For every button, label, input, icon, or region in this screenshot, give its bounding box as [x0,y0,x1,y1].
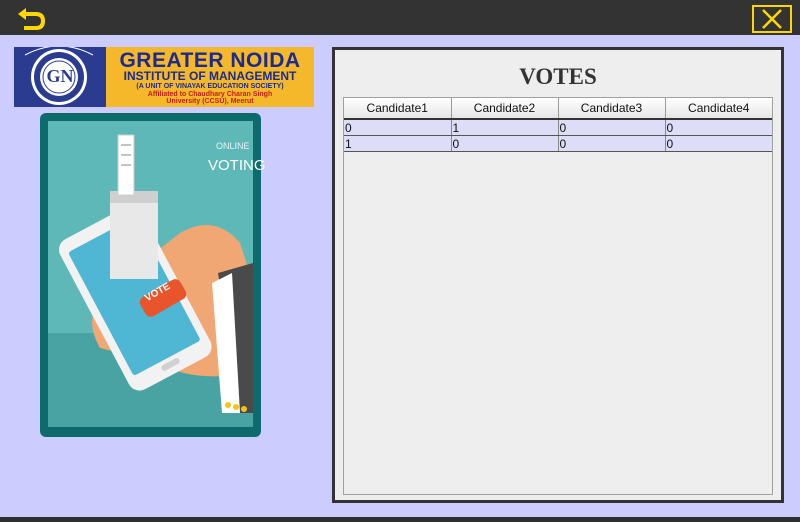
table-row[interactable]: 0 1 0 0 [344,118,772,136]
table-cell[interactable]: 0 [665,118,772,136]
title-bar [0,0,800,35]
back-button[interactable] [14,6,50,32]
column-header-candidate3[interactable]: Candidate3 [558,98,666,120]
logo-university-line: University (CCSU), Meerut [166,98,254,105]
table-cell[interactable]: 0 [344,118,452,136]
online-voting-illustration: ONLINE VOTING VOTE [40,113,266,437]
table-cell[interactable]: 0 [665,135,772,152]
logo-title: GREATER NOIDA [119,49,301,72]
column-header-candidate4[interactable]: Candidate4 [665,98,772,120]
close-x-icon [762,9,782,29]
emblem-text: GN [46,66,74,86]
caption-online: ONLINE [216,141,250,151]
column-header-candidate1[interactable]: Candidate1 [344,98,452,120]
table-cell[interactable]: 1 [451,118,559,136]
votes-table: Candidate1 Candidate2 Candidate3 Candida… [344,98,772,152]
bottom-border [0,517,800,522]
table-cell[interactable]: 0 [451,135,559,152]
votes-table-container[interactable]: Candidate1 Candidate2 Candidate3 Candida… [343,97,773,495]
table-cell[interactable]: 0 [558,135,666,152]
table-cell[interactable]: 0 [558,118,666,136]
column-header-candidate2[interactable]: Candidate2 [451,98,559,120]
logo-subtitle: INSTITUTE OF MANAGEMENT [123,69,297,83]
back-arrow-icon [18,8,45,30]
caption-voting: VOTING [208,157,266,174]
table-header-row: Candidate1 Candidate2 Candidate3 Candida… [344,98,772,120]
logo-emblem: GN [14,47,106,107]
main-content: GN GREATER NOIDA INSTITUTE OF MANAGEMENT… [0,35,800,517]
close-button[interactable] [752,5,792,33]
table-row[interactable]: 1 0 0 0 [344,135,772,152]
votes-title: VOTES [519,64,597,89]
institute-logo: GN GREATER NOIDA INSTITUTE OF MANAGEMENT… [14,47,314,107]
logo-society-line: (A UNIT OF VINAYAK EDUCATION SOCIETY) [136,83,284,90]
votes-panel: VOTES Candidate1 Candidate2 Candidate3 C… [332,47,784,503]
table-cell[interactable]: 1 [344,135,452,152]
